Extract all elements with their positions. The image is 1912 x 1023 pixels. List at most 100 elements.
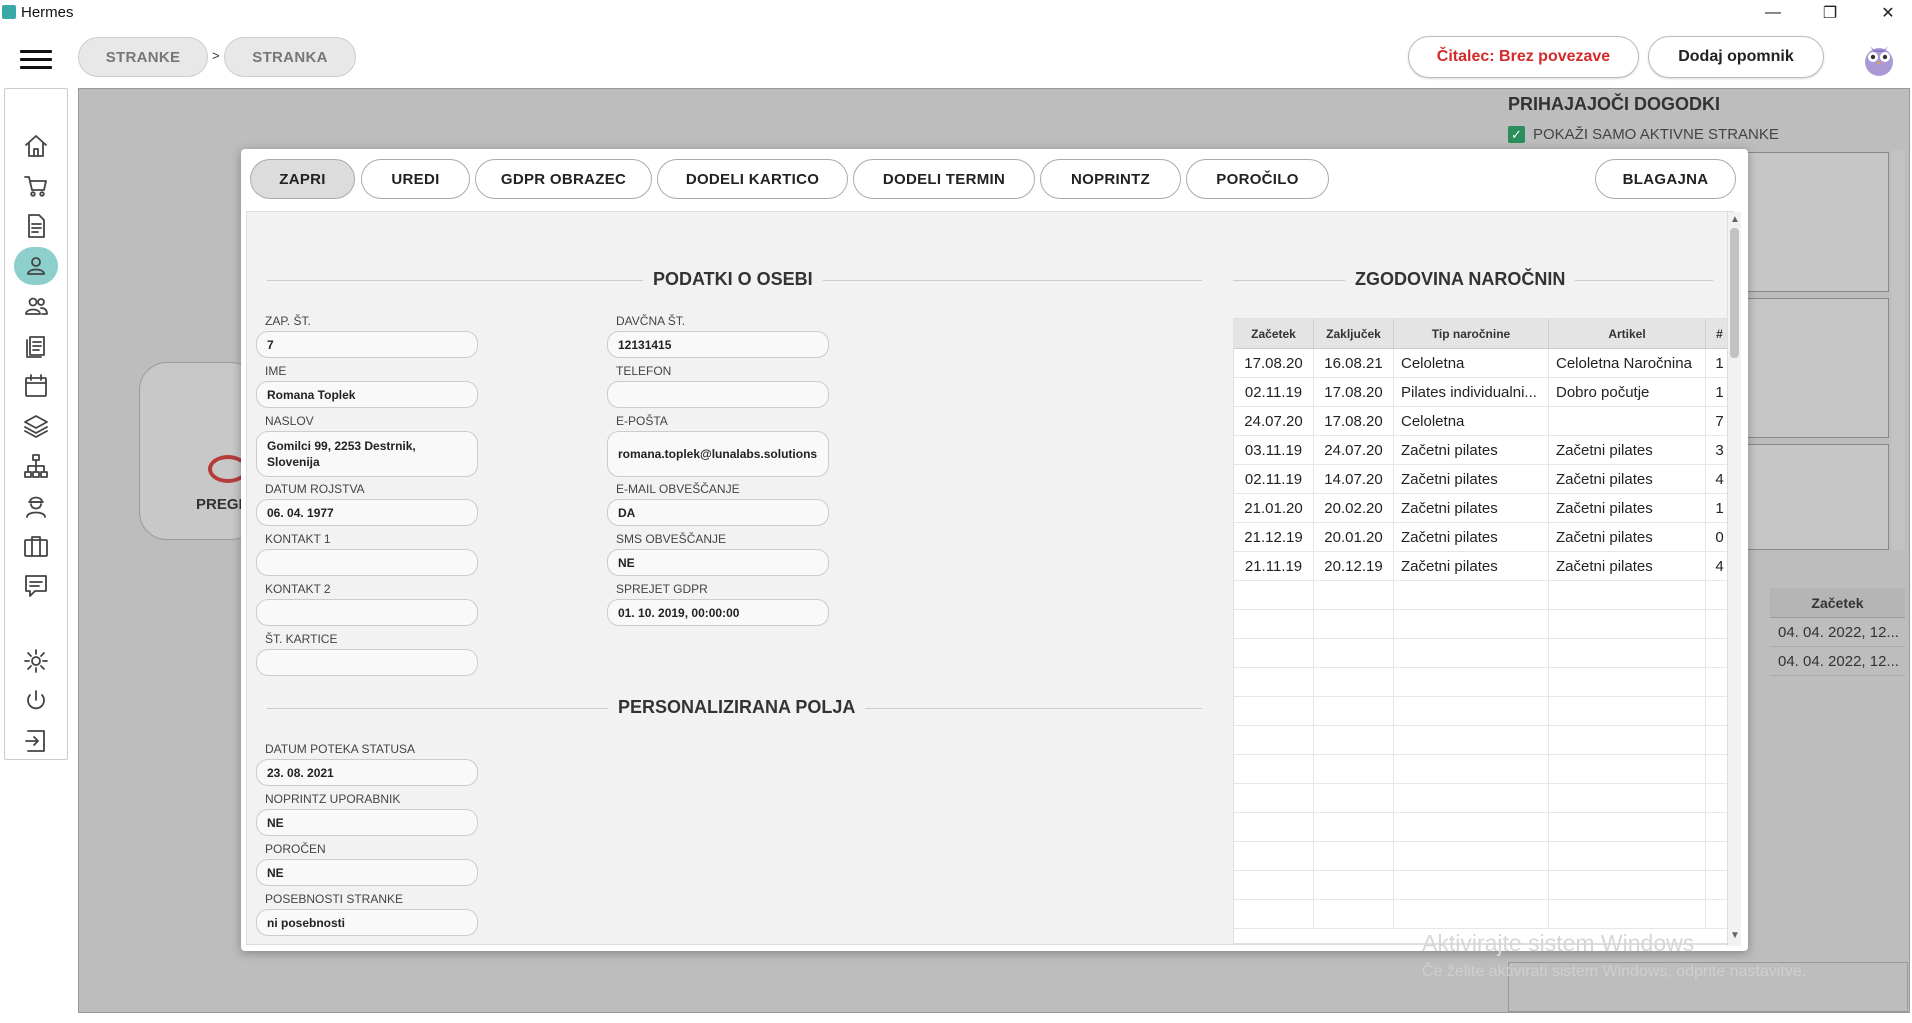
field-label: DATUM POTEKA STATUSA	[265, 742, 416, 756]
field-label: DAVČNA ŠT.	[616, 314, 686, 328]
noprintz-button[interactable]: NOPRINTZ	[1040, 159, 1181, 199]
contact-1-field	[256, 549, 478, 576]
minimize-button[interactable]: —	[1750, 0, 1796, 26]
start-cell	[1234, 726, 1314, 755]
modal-scrollbar[interactable]: ▲ ▼	[1727, 212, 1741, 946]
field-label: KONTAKT 1	[265, 532, 331, 546]
logout-icon[interactable]	[14, 722, 58, 760]
assign-appointment-button[interactable]: DODELI TERMIN	[853, 159, 1035, 199]
report-button[interactable]: POROČILO	[1186, 159, 1329, 199]
type-cell	[1394, 581, 1549, 610]
table-row[interactable]: 02.11.19 17.08.20 Pilates individualni... D…	[1234, 378, 1732, 407]
end-cell: 20.12.19	[1314, 552, 1394, 581]
table-row[interactable]: 24.07.20 17.08.20 Celoletna 7	[1234, 407, 1732, 436]
table-row[interactable]: 21.12.19 20.01.20 Začetni pilates Začetni p…	[1234, 523, 1732, 552]
type-cell: Pilates individualni...	[1394, 378, 1549, 407]
person-icon[interactable]	[14, 247, 58, 285]
article-cell	[1549, 871, 1706, 900]
scrollbar-thumb[interactable]	[1730, 228, 1739, 358]
maximize-button[interactable]: ❐	[1807, 0, 1853, 26]
start-cell: 21.11.19	[1234, 552, 1314, 581]
end-cell	[1314, 871, 1394, 900]
start-cell: 02.11.19	[1234, 465, 1314, 494]
article-cell: Začetni pilates	[1549, 523, 1706, 552]
field-label: NASLOV	[265, 414, 314, 428]
worker-icon[interactable]	[14, 487, 58, 525]
field-label: POROČEN	[265, 842, 326, 856]
column-header-type[interactable]: Tip naročnine	[1394, 319, 1549, 349]
article-cell: Začetni pilates	[1549, 465, 1706, 494]
active-only-label: POKAŽI SAMO AKTIVNE STRANKE	[1533, 126, 1779, 143]
email-field: romana.toplek@lunalabs.solutions	[607, 431, 829, 477]
table-row[interactable]: 17.08.20 16.08.21 Celoletna Celoletna Naroč…	[1234, 349, 1732, 378]
scroll-down-icon[interactable]: ▼	[1730, 930, 1740, 941]
type-cell: Celoletna	[1394, 349, 1549, 378]
breadcrumb-separator: >	[212, 48, 220, 63]
start-cell	[1234, 610, 1314, 639]
table-row[interactable]: 21.11.19 20.12.19 Začetni pilates Začetni p…	[1234, 552, 1732, 581]
gdpr-form-button[interactable]: GDPR OBRAZEC	[475, 159, 652, 199]
end-cell	[1314, 581, 1394, 610]
article-cell	[1549, 842, 1706, 871]
card-number-field	[256, 649, 478, 676]
end-cell	[1314, 726, 1394, 755]
client-detail-modal: ZAPRI UREDI GDPR OBRAZEC DODELI KARTICO …	[241, 149, 1748, 951]
start-cell: 21.01.20	[1234, 494, 1314, 523]
reader-status-button[interactable]: Čitalec: Brez povezave	[1408, 36, 1639, 78]
end-cell	[1314, 813, 1394, 842]
column-header-article[interactable]: Artikel	[1549, 319, 1706, 349]
add-reminder-button[interactable]: Dodaj opomnik	[1648, 36, 1824, 78]
field-label: KONTAKT 2	[265, 582, 331, 596]
breadcrumb-stranke[interactable]: STRANKE	[78, 37, 208, 77]
start-cell	[1234, 813, 1314, 842]
subscription-history-title: ZGODOVINA NAROČNIN	[1345, 269, 1576, 290]
document-icon[interactable]	[14, 207, 58, 245]
table-row[interactable]: 21.01.20 20.02.20 Začetni pilates Začetni p…	[1234, 494, 1732, 523]
type-cell: Celoletna	[1394, 407, 1549, 436]
close-button[interactable]: ZAPRI	[250, 159, 355, 199]
article-cell: Dobro počutje	[1549, 378, 1706, 407]
edit-button[interactable]: UREDI	[361, 159, 470, 199]
power-icon[interactable]	[14, 682, 58, 720]
menu-icon[interactable]	[20, 50, 52, 72]
table-row[interactable]: 03.11.19 24.07.20 Začetni pilates Začetni p…	[1234, 436, 1732, 465]
article-cell: Celoletna Naročnina	[1549, 349, 1706, 378]
field-label: E-MAIL OBVEŠČANJE	[616, 482, 740, 496]
article-cell	[1549, 668, 1706, 697]
column-header-end[interactable]: Zaključek	[1314, 319, 1394, 349]
calendar-icon[interactable]	[14, 367, 58, 405]
breadcrumb-stranka[interactable]: STRANKA	[224, 37, 356, 77]
people-icon[interactable]	[14, 287, 58, 325]
table-row[interactable]: 02.11.19 14.07.20 Začetni pilates Začetni p…	[1234, 465, 1732, 494]
cart-icon[interactable]	[14, 167, 58, 205]
gear-icon[interactable]	[14, 642, 58, 680]
events-scrollbar[interactable]	[1891, 150, 1905, 550]
table-row	[1234, 581, 1732, 610]
chat-icon[interactable]	[14, 567, 58, 605]
active-only-checkbox[interactable]: ✓	[1508, 126, 1525, 143]
end-cell: 20.01.20	[1314, 523, 1394, 552]
home-icon[interactable]	[14, 127, 58, 165]
close-window-button[interactable]: ✕	[1865, 0, 1911, 26]
event-panel	[1745, 444, 1889, 550]
list-icon[interactable]	[14, 327, 58, 365]
start-cell	[1234, 639, 1314, 668]
article-cell	[1549, 784, 1706, 813]
article-cell	[1549, 581, 1706, 610]
sms-notification-field: NE	[607, 549, 829, 576]
end-cell	[1314, 697, 1394, 726]
end-cell: 14.07.20	[1314, 465, 1394, 494]
type-cell: Začetni pilates	[1394, 436, 1549, 465]
article-cell: Začetni pilates	[1549, 552, 1706, 581]
briefcase-icon[interactable]	[14, 527, 58, 565]
network-icon[interactable]	[14, 447, 58, 485]
column-header-start[interactable]: Začetek	[1234, 319, 1314, 349]
owl-mascot-icon[interactable]	[1860, 36, 1898, 78]
assign-card-button[interactable]: DODELI KARTICO	[657, 159, 848, 199]
end-cell	[1314, 668, 1394, 697]
scroll-up-icon[interactable]: ▲	[1730, 214, 1740, 225]
type-cell	[1394, 813, 1549, 842]
cash-register-button[interactable]: BLAGAJNA	[1595, 159, 1736, 199]
layers-icon[interactable]	[14, 407, 58, 445]
upcoming-events-title: PRIHAJAJOČI DOGODKI	[1508, 94, 1721, 114]
